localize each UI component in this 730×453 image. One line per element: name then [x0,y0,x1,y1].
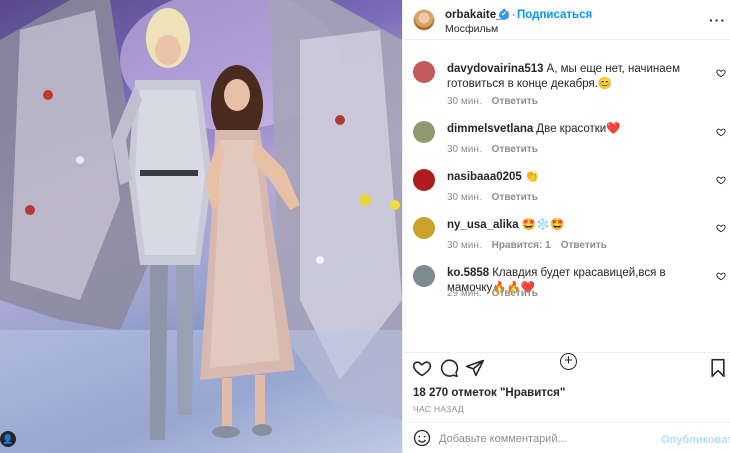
heart-icon[interactable] [412,358,432,378]
comment-username[interactable]: ko.5858 [447,267,489,279]
reply-button[interactable]: Ответить [492,144,538,155]
post-location[interactable]: Мосфильм [445,23,498,35]
comment-item: nasibaaa0205 👏 30 мин. Ответить [403,169,730,217]
like-comment-heart-icon[interactable] [716,127,726,137]
comment-meta: 30 мин. Ответить [447,144,548,155]
comment-icon[interactable] [439,358,459,378]
comment-item: ny_usa_alika 🤩❄️🤩 30 мин. Нравится: 1 Ответ… [403,217,730,265]
post-side-panel: orbakaite_k ✔ · Подписаться Мосфильм ···… [402,0,730,453]
author-avatar[interactable] [413,9,435,31]
comment-text: 👏 [524,171,540,183]
separator-dot: · [512,9,516,21]
comment-username[interactable]: ny_usa_alika [447,219,519,231]
comment-item: ko.5858 Клавдия будет красавицей,вся в ма… [403,265,730,313]
comment-likes-count[interactable]: Нравится: 1 [492,240,551,251]
comment-time[interactable]: 30 мин. [447,192,482,203]
likes-count[interactable]: 18 270 отметок "Нравится" [413,387,565,399]
like-comment-heart-icon[interactable] [716,175,726,185]
post-header: orbakaite_k ✔ · Подписаться Мосфильм ··· [403,0,730,40]
comment-time[interactable]: 30 мин. [447,96,482,107]
comment-avatar[interactable] [413,169,435,191]
comment-input[interactable] [439,429,649,449]
comment-body: dimmelsvetlana Две красотки❤️ [447,122,707,137]
reply-button[interactable]: Ответить [492,192,538,203]
comment-time[interactable]: 30 мин. [447,144,482,155]
comment-time[interactable]: 29 мин. [447,288,482,299]
emoji-icon[interactable] [413,429,431,447]
comment-meta: 30 мин. Ответить [447,192,548,203]
comment-avatar[interactable] [413,121,435,143]
publish-button[interactable]: Опубликовать [661,434,730,446]
comment-meta: 30 мин. Ответить [447,96,548,107]
comment-item: dimmelsvetlana Две красотки❤️ 30 мин. Отве… [403,121,730,169]
share-icon[interactable] [465,358,485,378]
comment-username[interactable]: dimmelsvetlana [447,123,533,135]
comments-list[interactable]: davydovairina513 А, мы еще нет, начинаем … [403,40,730,370]
tagged-user-icon[interactable]: 👤 [0,431,16,447]
comment-text: Две красотки❤️ [536,123,621,135]
comment-avatar[interactable] [413,265,435,287]
comment-username[interactable]: davydovairina513 [447,63,544,75]
post-photo[interactable]: 👤 [0,0,402,453]
comment-composer: Опубликовать [403,422,730,453]
bookmark-icon[interactable] [708,358,728,378]
like-comment-heart-icon[interactable] [716,68,726,78]
comment-meta: 29 мин. Ответить [447,288,548,299]
photo-illustration [0,0,402,453]
comment-meta: 30 мин. Нравится: 1 Ответить [447,240,617,251]
verified-badge-icon: ✔ [499,10,509,20]
comment-avatar[interactable] [413,217,435,239]
comment-avatar[interactable] [413,61,435,83]
post-timestamp[interactable]: ЧАС НАЗАД [413,404,464,414]
post-actions: 18 270 отметок "Нравится" ЧАС НАЗАД [403,352,730,422]
comment-text: 🤩❄️🤩 [521,219,565,231]
follow-button[interactable]: Подписаться [517,9,592,21]
more-horizontal-icon[interactable]: ··· [709,12,726,28]
like-comment-heart-icon[interactable] [716,223,726,233]
comment-body: davydovairina513 А, мы еще нет, начинаем … [447,62,707,92]
comment-username[interactable]: nasibaaa0205 [447,171,522,183]
like-comment-heart-icon[interactable] [716,271,726,281]
comment-body: ny_usa_alika 🤩❄️🤩 [447,218,707,233]
comment-time[interactable]: 30 мин. [447,240,482,251]
reply-button[interactable]: Ответить [561,240,607,251]
reply-button[interactable]: Ответить [492,288,538,299]
comment-body: nasibaaa0205 👏 [447,170,707,185]
reply-button[interactable]: Ответить [492,96,538,107]
comment-item: davydovairina513 А, мы еще нет, начинаем … [403,61,730,109]
